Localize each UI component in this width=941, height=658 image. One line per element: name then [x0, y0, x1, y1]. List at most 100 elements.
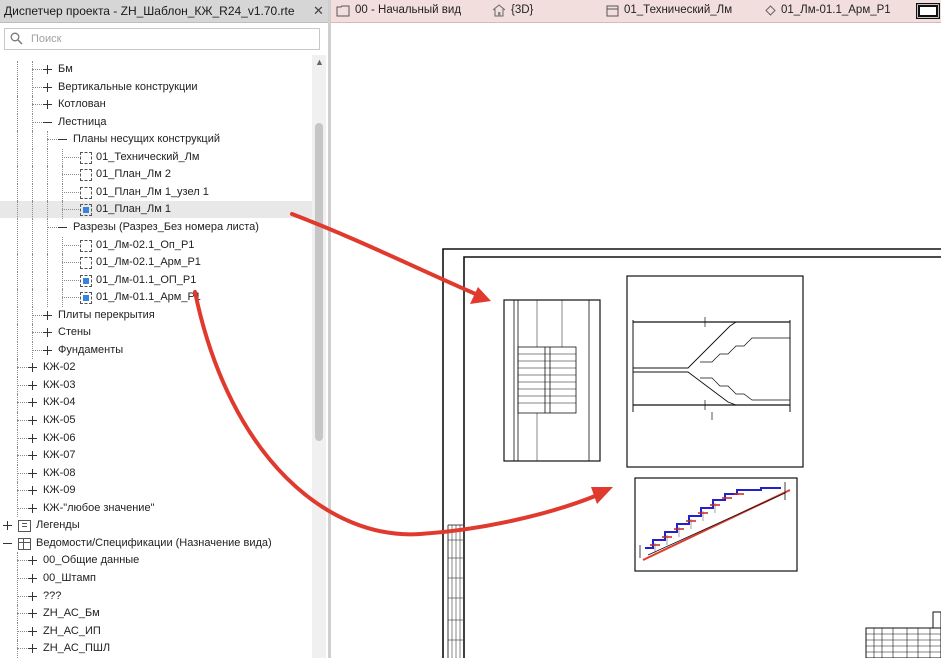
legend-icon: [18, 520, 31, 533]
expand-plus-icon[interactable]: [43, 310, 52, 320]
tree-item[interactable]: 00_Общие данные: [0, 552, 312, 570]
tree-item[interactable]: 01_Технический_Лм: [0, 148, 312, 167]
expand-plus-icon[interactable]: [28, 363, 37, 373]
tab-overflow[interactable]: [914, 0, 941, 22]
scroll-thumb[interactable]: [315, 123, 323, 441]
collapse-minus-icon[interactable]: [3, 539, 12, 548]
tree-guide-line: [47, 201, 48, 219]
tree-guide-line: [32, 148, 33, 167]
tree-item[interactable]: 01_Лм-02.1_Арм_Р1: [0, 254, 312, 272]
collapse-minus-icon[interactable]: [58, 223, 67, 232]
expand-plus-icon[interactable]: [3, 521, 12, 531]
tree-guide-line: [32, 86, 42, 88]
tree-item[interactable]: Легенды: [0, 517, 312, 534]
tree-item-label: 01_Лм-01.1_ОП_Р1: [96, 273, 197, 286]
tab-label: 01_Лм-01.1_Арм_Р1: [781, 4, 891, 16]
expand-plus-icon[interactable]: [28, 644, 37, 654]
expand-plus-icon[interactable]: [28, 398, 37, 408]
plan-icon: [606, 5, 619, 17]
tree-item[interactable]: 01_План_Лм 1_узел 1: [0, 183, 312, 202]
tree-item[interactable]: КЖ-05: [0, 412, 312, 430]
tree-guide-line: [17, 341, 18, 360]
tree-item-label: КЖ-09: [43, 484, 76, 497]
expand-plus-icon[interactable]: [28, 503, 37, 513]
expand-plus-icon[interactable]: [28, 626, 37, 636]
expand-plus-icon[interactable]: [43, 82, 52, 92]
close-icon[interactable]: ✕: [313, 3, 324, 19]
tree-item[interactable]: Планы несущих конструкций: [0, 131, 312, 149]
expand-plus-icon[interactable]: [28, 416, 37, 425]
tree-item[interactable]: 01_План_Лм 2: [0, 166, 312, 184]
tree-item[interactable]: Ведомости/Спецификации (Назначение вида): [0, 535, 312, 552]
tab-3d-view[interactable]: {3D}: [489, 0, 559, 22]
tree-item[interactable]: КЖ-08: [0, 464, 312, 483]
expand-plus-icon[interactable]: [28, 609, 37, 619]
tree-item-label: ZH_АС_Бм: [43, 607, 100, 620]
tree-guide-line: [32, 69, 42, 70]
tree-item[interactable]: 01_Лм-01.1_ОП_Р1: [0, 271, 312, 290]
tree-item[interactable]: КЖ-07: [0, 447, 312, 465]
tree-item[interactable]: Бм: [0, 61, 312, 79]
drawing-canvas[interactable]: [331, 23, 941, 658]
tree-item[interactable]: Лестница: [0, 113, 312, 132]
tree-item[interactable]: 01_Лм-02.1_Оп_Р1: [0, 236, 312, 255]
expand-plus-icon[interactable]: [28, 468, 37, 478]
sheet-icon: [336, 5, 350, 17]
tree-item[interactable]: ZH_АС_ПШЛ: [0, 640, 312, 658]
expand-plus-icon[interactable]: [43, 65, 52, 74]
tree-item[interactable]: ZH_АС_Бм: [0, 605, 312, 623]
collapse-minus-icon[interactable]: [43, 118, 52, 127]
view-icon: [80, 204, 92, 217]
expand-plus-icon[interactable]: [28, 591, 37, 601]
tree-guide-line: [17, 507, 27, 509]
tree-item[interactable]: КЖ-02: [0, 359, 312, 377]
tree-item[interactable]: 01_Лм-01.1_Арм_Р1: [0, 289, 312, 307]
tree-item-label: Бм: [58, 63, 73, 75]
tree-item[interactable]: 01_План_Лм 1: [0, 201, 312, 219]
tree-item[interactable]: КЖ-06: [0, 429, 312, 448]
tree-item-label: Легенды: [36, 519, 80, 532]
tree-item[interactable]: Вертикальные конструкции: [0, 78, 312, 97]
section-icon: [765, 5, 776, 16]
tree-item[interactable]: Плиты перекрытия: [0, 306, 312, 325]
tree-item[interactable]: КЖ-"любое значение": [0, 499, 312, 518]
tab-start-view[interactable]: 00 - Начальный вид: [331, 0, 481, 22]
expand-plus-icon[interactable]: [28, 451, 37, 461]
search-box[interactable]: [4, 28, 320, 50]
expand-plus-icon[interactable]: [28, 486, 37, 496]
expand-plus-icon[interactable]: [28, 433, 37, 443]
tree-item-label: Разрезы (Разрез_Без номера листа): [73, 220, 259, 233]
tree-item[interactable]: Стены: [0, 324, 312, 342]
expand-plus-icon[interactable]: [43, 345, 52, 355]
project-tree: Бм Вертикальные конструкции Котлован Лестни…: [0, 57, 312, 658]
tree-item[interactable]: 00_Штамп: [0, 569, 312, 588]
tree-item[interactable]: ???: [0, 587, 312, 606]
tree-guide-line: [47, 139, 57, 141]
tab-section-view[interactable]: 01_Лм-01.1_Арм_Р1: [761, 0, 911, 22]
tree-item-label: Стены: [58, 326, 91, 339]
tree-item[interactable]: Разрезы (Разрез_Без номера листа): [0, 218, 312, 237]
expand-plus-icon[interactable]: [28, 573, 37, 583]
expand-plus-icon[interactable]: [43, 328, 52, 338]
tree-scrollbar[interactable]: ▲: [312, 55, 326, 658]
tree-guide-line: [32, 271, 33, 290]
view-icon: [80, 239, 92, 252]
view-icon: [80, 169, 92, 182]
tree-item[interactable]: Фундаменты: [0, 341, 312, 360]
tree-guide-line: [47, 271, 48, 290]
tree-item-label: ZH_АС_ИП: [43, 624, 101, 637]
tree-item[interactable]: Котлован: [0, 96, 312, 114]
scroll-up-icon[interactable]: ▲: [315, 57, 324, 67]
tree-item[interactable]: КЖ-04: [0, 394, 312, 412]
tree-guide-line: [47, 289, 48, 307]
tree-item[interactable]: ZH_АС_ИП: [0, 622, 312, 641]
expand-plus-icon[interactable]: [28, 380, 37, 390]
view-icon: [80, 151, 92, 164]
collapse-minus-icon[interactable]: [58, 135, 67, 144]
tab-technical-view[interactable]: 01_Технический_Лм: [603, 0, 753, 22]
tree-item[interactable]: КЖ-09: [0, 482, 312, 500]
search-input[interactable]: [31, 31, 311, 46]
tree-item[interactable]: КЖ-03: [0, 376, 312, 395]
expand-plus-icon[interactable]: [43, 100, 52, 110]
expand-plus-icon[interactable]: [28, 556, 37, 566]
